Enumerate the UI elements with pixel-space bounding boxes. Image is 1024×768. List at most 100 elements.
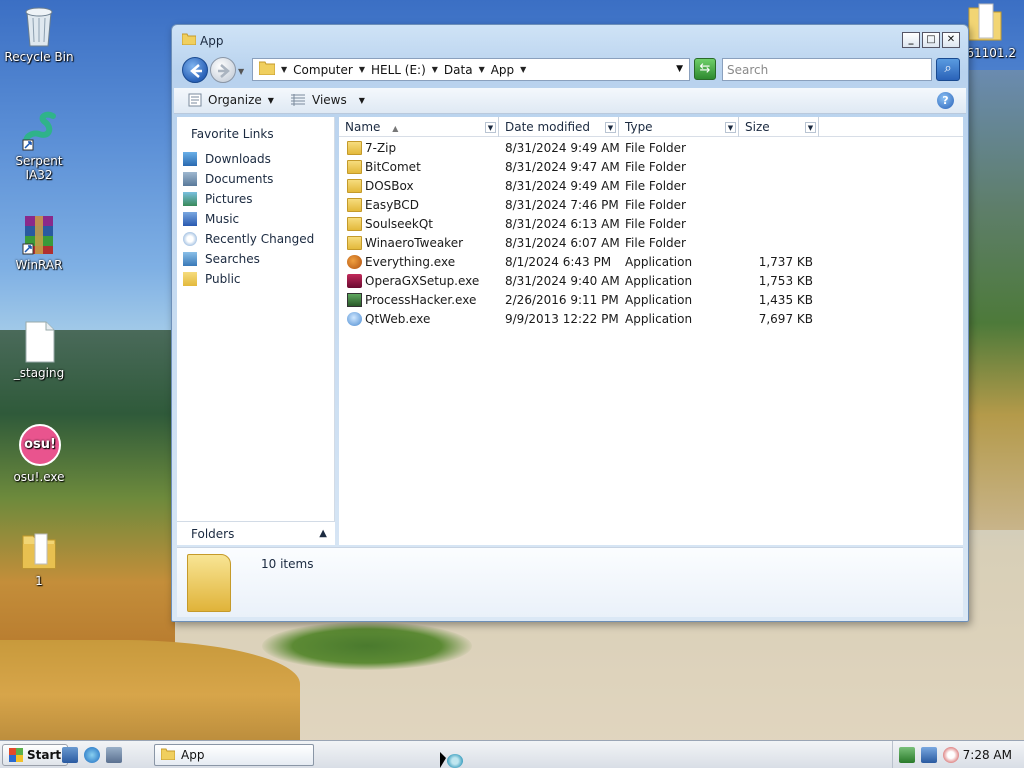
wallpaper-field — [0, 640, 300, 750]
forward-button[interactable] — [210, 57, 236, 83]
wallpaper-islet — [262, 622, 472, 670]
breadcrumb-app[interactable]: App ▼ — [491, 63, 527, 77]
blank-file-icon — [19, 320, 59, 364]
search-input[interactable]: Search — [722, 58, 932, 81]
network-icon[interactable] — [921, 747, 937, 763]
folder-icon — [347, 198, 362, 212]
column-date-modified[interactable]: Date modified ▼ — [499, 117, 619, 137]
maximize-button[interactable]: □ — [922, 32, 940, 48]
window-title: App — [200, 34, 224, 48]
chevron-down-icon[interactable]: ▼ — [479, 65, 485, 74]
folder-icon — [965, 0, 1005, 44]
file-list: Name ▲ ▼ Date modified ▼ Type ▼ Size ▼ 7… — [339, 117, 963, 545]
item-count: 10 items — [261, 557, 314, 571]
chevron-down-icon[interactable]: ▼ — [281, 65, 287, 74]
chevron-down-icon[interactable]: ▼ — [520, 65, 526, 74]
file-row[interactable]: 7-Zip 8/31/2024 9:49 AM File Folder — [339, 139, 963, 158]
breadcrumb-drive[interactable]: HELL (E:) ▼ — [371, 63, 438, 77]
file-row[interactable]: BitComet 8/31/2024 9:47 AM File Folder — [339, 158, 963, 177]
close-button[interactable]: ✕ — [942, 32, 960, 48]
column-headers: Name ▲ ▼ Date modified ▼ Type ▼ Size ▼ — [339, 117, 963, 137]
show-desktop-icon[interactable] — [62, 747, 78, 763]
nav-link-pictures[interactable]: Pictures — [177, 189, 334, 209]
nav-link-recently-changed[interactable]: Recently Changed — [177, 229, 334, 249]
file-row[interactable]: ProcessHacker.exe 2/26/2016 9:11 PM Applic… — [339, 291, 963, 310]
file-row[interactable]: SoulseekQt 8/31/2024 6:13 AM File Folder — [339, 215, 963, 234]
nav-link-music[interactable]: Music — [177, 209, 334, 229]
process-hacker-icon — [347, 293, 362, 307]
folder-icon — [347, 236, 362, 250]
everything-icon — [347, 255, 362, 269]
folder-icon — [347, 160, 362, 174]
desktop-icon-folder-1[interactable]: 1 — [0, 528, 78, 588]
clock[interactable]: 7:28 AM — [963, 748, 1012, 762]
file-row[interactable]: DOSBox 8/31/2024 9:49 AM File Folder — [339, 177, 963, 196]
explorer-window[interactable]: App _ □ ✕ ▼ ▼ Computer ▼ HELL (E:) ▼ Data ▼… — [171, 24, 969, 622]
search-button[interactable]: ⌕ — [936, 58, 960, 81]
documents-icon — [183, 172, 197, 186]
recently-changed-icon — [183, 232, 197, 246]
osu-icon: osu! — [19, 424, 61, 468]
chevron-down-icon[interactable]: ▼ — [725, 122, 736, 133]
breadcrumb-data[interactable]: Data ▼ — [444, 63, 485, 77]
forward-arrow-icon — [218, 64, 230, 78]
folder-icon — [19, 528, 59, 572]
volume-muted-icon[interactable] — [943, 747, 959, 763]
back-arrow-icon — [190, 64, 202, 78]
breadcrumb-computer[interactable]: Computer ▼ — [293, 63, 365, 77]
nav-link-downloads[interactable]: Downloads — [177, 149, 334, 169]
osu-badge: osu! — [19, 424, 61, 466]
busy-cursor-icon — [447, 754, 463, 768]
desktop-icon-osu[interactable]: osu! osu!.exe — [0, 424, 78, 484]
refresh-button[interactable]: ⇆ — [694, 58, 716, 80]
switch-windows-icon[interactable] — [106, 747, 122, 763]
desktop-icon-label: 1 — [35, 574, 43, 588]
chevron-down-icon: ▼ — [358, 95, 365, 105]
windows-logo-icon — [9, 748, 23, 762]
folder-icon — [347, 179, 362, 193]
address-bar[interactable]: ▼ Computer ▼ HELL (E:) ▼ Data ▼ App ▼ ▼ — [252, 58, 690, 81]
safely-remove-icon[interactable] — [899, 747, 915, 763]
address-dropdown-icon[interactable]: ▼ — [676, 64, 683, 74]
refresh-icon: ⇆ — [699, 61, 711, 76]
chevron-down-icon[interactable]: ▼ — [805, 122, 816, 133]
folders-toggle[interactable]: Folders ▲ — [177, 521, 335, 545]
title-bar[interactable]: App _ □ ✕ — [172, 25, 968, 55]
column-name[interactable]: Name ▲ ▼ — [339, 117, 499, 137]
searches-icon — [183, 252, 197, 266]
file-rows: 7-Zip 8/31/2024 9:49 AM File Folder BitCom… — [339, 139, 963, 329]
start-button[interactable]: Start — [2, 744, 69, 766]
column-size[interactable]: Size ▼ — [739, 117, 819, 137]
chevron-down-icon[interactable]: ▼ — [485, 122, 496, 133]
chevron-down-icon[interactable]: ▼ — [605, 122, 616, 133]
nav-link-documents[interactable]: Documents — [177, 169, 334, 189]
views-button[interactable]: Views ▼ — [290, 93, 365, 107]
nav-link-public[interactable]: Public — [177, 269, 334, 289]
help-button[interactable]: ? — [937, 92, 954, 109]
file-row[interactable]: Everything.exe 8/1/2024 6:43 PM Applicatio… — [339, 253, 963, 272]
file-row[interactable]: OperaGXSetup.exe 8/31/2024 9:40 AM Applica… — [339, 272, 963, 291]
desktop-icon-winrar[interactable]: WinRAR — [0, 212, 78, 272]
desktop-icon-staging[interactable]: _staging — [0, 320, 78, 380]
internet-explorer-icon[interactable] — [84, 747, 100, 763]
column-type[interactable]: Type ▼ — [619, 117, 739, 137]
downloads-icon — [183, 152, 197, 166]
desktop-icon-recycle-bin[interactable]: Recycle Bin — [0, 4, 78, 64]
desktop-icon-label: Recycle Bin — [4, 50, 74, 64]
desktop-icon-serpent[interactable]: Serpent IA32 — [0, 108, 78, 182]
file-row[interactable]: WinaeroTweaker 8/31/2024 6:07 AM File Fold… — [339, 234, 963, 253]
taskbar-button-app[interactable]: App — [154, 744, 314, 766]
chevron-down-icon[interactable]: ▼ — [359, 65, 365, 74]
sort-ascending-icon: ▲ — [392, 124, 399, 133]
help-icon: ? — [942, 94, 949, 107]
nav-link-searches[interactable]: Searches — [177, 249, 334, 269]
file-row[interactable]: EasyBCD 8/31/2024 7:46 PM File Folder — [339, 196, 963, 215]
chevron-down-icon[interactable]: ▼ — [432, 65, 438, 74]
desktop-icon-label: _staging — [13, 366, 65, 380]
history-dropdown-icon[interactable]: ▼ — [238, 67, 244, 76]
back-button[interactable] — [182, 57, 208, 83]
minimize-button[interactable]: _ — [902, 32, 920, 48]
organize-button[interactable]: Organize ▼ — [188, 93, 274, 107]
desktop-icon-label: WinRAR — [15, 258, 63, 272]
file-row[interactable]: QtWeb.exe 9/9/2013 12:22 PM Application 7,6… — [339, 310, 963, 329]
